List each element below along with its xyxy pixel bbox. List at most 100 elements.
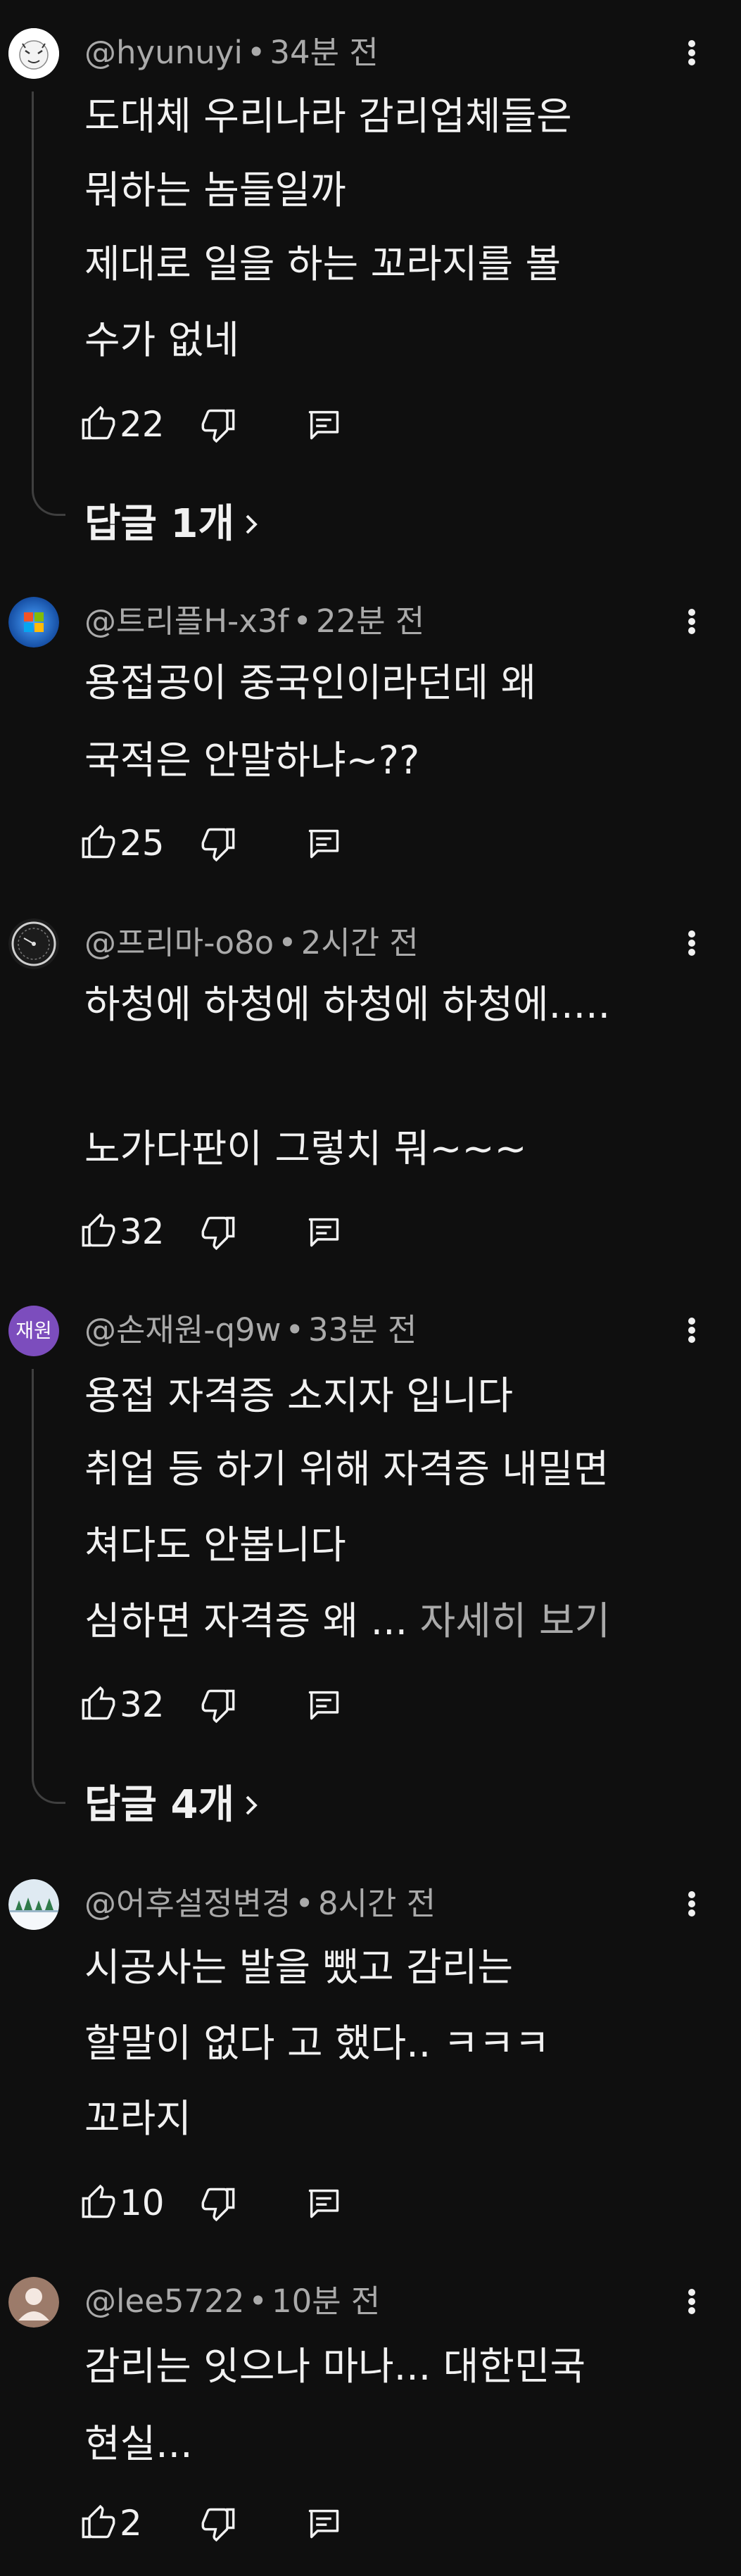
dislike-button[interactable] [200, 2499, 236, 2548]
comment-time: 33분 전 [308, 1311, 417, 1349]
dislike-button[interactable] [200, 1680, 236, 1729]
comment-text-line: 취업 등 하기 위해 자격증 내밀면 [84, 1446, 609, 1491]
thumbs-up-icon [82, 825, 115, 859]
separator-dot: • [248, 2283, 267, 2320]
comment-header: @어후설정변경 • 8시간 전 [84, 1883, 436, 1925]
thumbs-down-icon [201, 1689, 235, 1723]
more-options-button[interactable] [674, 2277, 709, 2326]
comment-icon [308, 1691, 339, 1720]
separator-dot: • [278, 924, 297, 961]
more-vertical-icon [688, 1318, 695, 1343]
more-vertical-icon [688, 1891, 695, 1917]
avatar[interactable] [8, 2277, 59, 2328]
like-count: 2 [120, 2503, 142, 2544]
reply-button[interactable] [305, 400, 342, 449]
avatar[interactable]: 재원 [8, 1306, 59, 1356]
comment-text-line: 꼬라지 [84, 2096, 191, 2141]
more-options-button[interactable] [674, 1306, 709, 1355]
comment-text-line: 뭐하는 놈들일까 [84, 168, 346, 213]
comment-icon [308, 2509, 339, 2539]
replies-label: 답글 1개 [84, 501, 235, 547]
like-button[interactable]: 32 [80, 1207, 165, 1256]
like-button[interactable]: 25 [80, 819, 165, 868]
avatar-initials: 재원 [15, 1319, 52, 1342]
comment-time: 2시간 전 [300, 924, 419, 961]
thumbs-up-icon [82, 2505, 115, 2539]
like-button[interactable]: 32 [80, 1680, 165, 1729]
like-count: 22 [120, 404, 165, 445]
avatar[interactable] [8, 1879, 59, 1930]
reply-button[interactable] [305, 2499, 342, 2548]
like-button[interactable]: 22 [80, 400, 165, 449]
comment-header: @프리마-o8o • 2시간 전 [84, 922, 419, 964]
comment-icon [308, 1218, 339, 1247]
more-options-button[interactable] [674, 28, 709, 77]
thumbs-up-icon [82, 2185, 115, 2218]
author-name[interactable]: @hyunuyi [84, 34, 243, 71]
like-button[interactable]: 10 [80, 2178, 165, 2228]
author-name[interactable]: @트리플H-x3f [84, 602, 289, 640]
replies-toggle[interactable]: 답글 4개 [84, 1777, 260, 1833]
dislike-button[interactable] [200, 819, 236, 868]
comment-text-line: 도대체 우리나라 감리업체들은 [84, 94, 572, 139]
like-count: 25 [120, 823, 165, 864]
reply-button[interactable] [305, 2178, 342, 2228]
thread-line [32, 1369, 65, 1804]
reply-button[interactable] [305, 1680, 342, 1729]
replies-label: 답글 4개 [84, 1782, 235, 1828]
dislike-button[interactable] [200, 1207, 236, 1256]
replies-toggle[interactable]: 답글 1개 [84, 496, 260, 553]
avatar[interactable] [8, 918, 59, 969]
more-options-button[interactable] [674, 597, 709, 646]
separator-dot: • [285, 1311, 304, 1349]
author-name[interactable]: @프리마-o8o [84, 924, 274, 961]
comment-text-line: 수가 없네 [84, 317, 239, 362]
comment-time: 10분 전 [271, 2283, 381, 2320]
comment-time: 34분 전 [270, 34, 379, 71]
comment-icon [308, 829, 339, 859]
like-count: 32 [120, 1684, 165, 1725]
more-vertical-icon [688, 40, 695, 65]
comment-header: @트리플H-x3f • 22분 전 [84, 600, 424, 643]
avatar[interactable] [8, 597, 59, 648]
comment-text-line: 제대로 일을 하는 꼬라지를 볼 [84, 241, 562, 286]
reply-button[interactable] [305, 1207, 342, 1256]
dislike-button[interactable] [200, 2178, 236, 2228]
comment-time: 8시간 전 [317, 1885, 436, 1922]
comment-icon [308, 2189, 339, 2218]
comment-text-line: 할말이 없다 고 했다.. ㅋㅋㅋ [84, 2021, 550, 2066]
thumbs-up-icon [82, 1686, 115, 1720]
dislike-button[interactable] [200, 400, 236, 449]
separator-dot: • [295, 1885, 314, 1922]
more-vertical-icon [688, 2289, 695, 2314]
thread-line [32, 91, 65, 516]
read-more-link[interactable]: 자세히 보기 [407, 1598, 611, 1643]
comment-header: @손재원-q9w • 33분 전 [84, 1309, 417, 1351]
thumbs-up-icon [82, 406, 115, 440]
avatar[interactable] [8, 28, 59, 79]
comment-text-line: 감리는 잇으나 마나... 대한민국 [84, 2344, 586, 2389]
reply-button[interactable] [305, 819, 342, 868]
author-name[interactable]: @lee5722 [84, 2283, 244, 2320]
thumbs-down-icon [201, 2187, 235, 2221]
comment-text-line: 노가다판이 그렇치 뭐~~~ [84, 1126, 527, 1171]
more-options-button[interactable] [674, 918, 709, 968]
like-count: 32 [120, 1211, 165, 1252]
comment-header: @hyunuyi • 34분 전 [84, 32, 379, 74]
thumbs-up-icon [82, 1213, 115, 1247]
thumbs-down-icon [201, 409, 235, 443]
author-name[interactable]: @어후설정변경 [84, 1885, 291, 1922]
thumbs-down-icon [201, 2508, 235, 2542]
more-vertical-icon [688, 609, 695, 634]
comment-text-line: 용접 자격증 소지자 입니다 [84, 1373, 514, 1418]
like-button[interactable]: 2 [80, 2499, 142, 2548]
author-name[interactable]: @손재원-q9w [84, 1311, 281, 1349]
more-options-button[interactable] [674, 1879, 709, 1928]
comment-text-line: 쳐다도 안봅니다 [84, 1522, 346, 1567]
thumbs-down-icon [201, 828, 235, 861]
separator-dot: • [293, 602, 312, 640]
comment-text-line: 하청에 하청에 하청에 하청에..... [84, 982, 611, 1027]
comment-text-truncated: 심하면 자격증 왜 ... [84, 1598, 408, 1643]
comment-text-line: 국적은 안말하냐~?? [84, 738, 420, 783]
comment-icon [308, 410, 339, 440]
